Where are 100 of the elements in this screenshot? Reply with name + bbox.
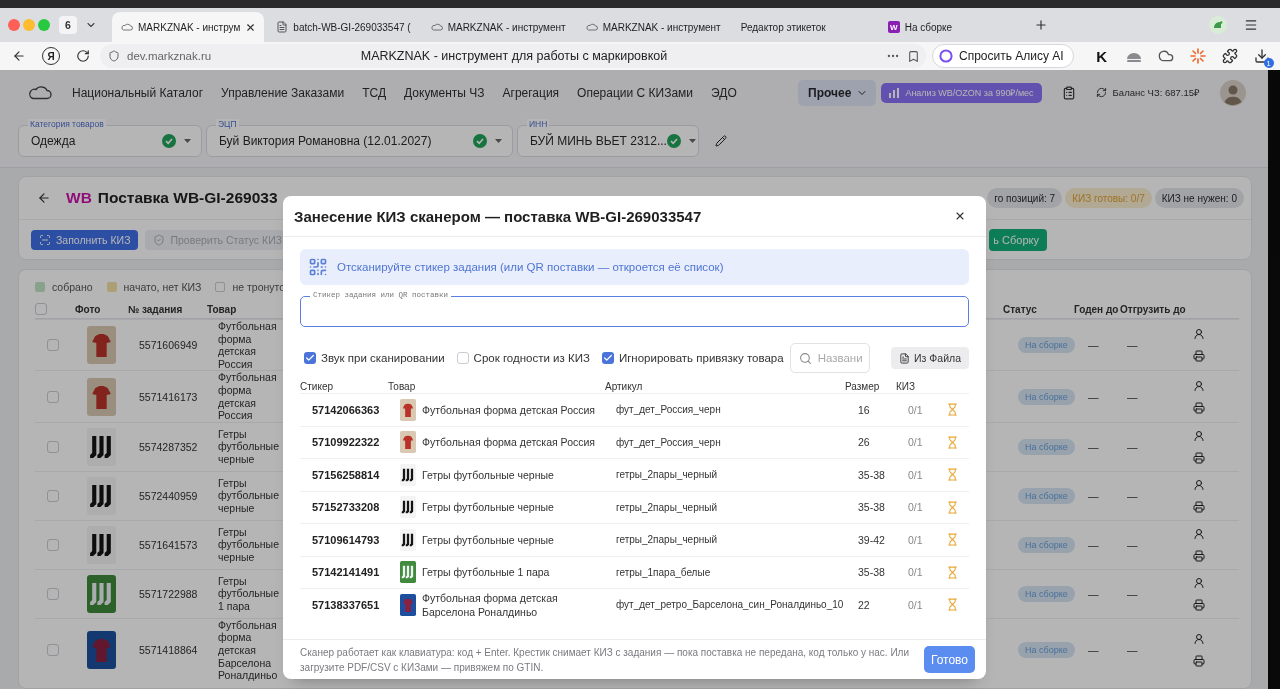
- more-menu-button[interactable]: Прочее: [798, 79, 877, 106]
- user-icon[interactable]: [1193, 328, 1205, 341]
- status-badge: На сборке: [1018, 536, 1075, 553]
- row-checkbox[interactable]: [47, 339, 59, 352]
- row-checkbox[interactable]: [47, 538, 59, 551]
- shield-icon[interactable]: [108, 50, 120, 62]
- sticker-number: 57109922322: [311, 436, 381, 449]
- tab-count-button[interactable]: 6: [59, 16, 77, 34]
- nav-link[interactable]: Агрегация: [502, 85, 560, 100]
- printer-icon[interactable]: [1193, 401, 1205, 414]
- search-field[interactable]: Названи: [789, 343, 870, 373]
- browser-tab[interactable]: Редактор этикеток: [731, 12, 876, 42]
- nav-link[interactable]: Национальный Каталог: [72, 85, 204, 100]
- profile-icon[interactable]: [1209, 16, 1227, 34]
- best-before-cell-text: —: [1087, 489, 1100, 502]
- kiz-count: 0/1: [907, 436, 924, 449]
- close-button[interactable]: [954, 210, 966, 222]
- printer-icon[interactable]: [1193, 598, 1205, 611]
- user-icon[interactable]: [1193, 429, 1205, 442]
- printer-icon[interactable]: [1193, 655, 1205, 668]
- back-button[interactable]: [12, 49, 26, 63]
- extension-button[interactable]: K: [1093, 48, 1110, 64]
- sunburst-icon[interactable]: [1189, 48, 1206, 64]
- nav-link[interactable]: Управление Заказами: [221, 85, 345, 100]
- nav-link[interactable]: ТСД: [362, 85, 387, 100]
- product-name: Гетры футбольные черные: [217, 427, 280, 466]
- cloud-icon[interactable]: [1157, 48, 1174, 64]
- row-checkbox[interactable]: [47, 489, 59, 502]
- shipment-title: Поставка WB-GI-269033: [97, 189, 278, 207]
- checkbox[interactable]: [601, 352, 614, 364]
- cloud-icon: [430, 23, 443, 31]
- action-button[interactable]: Заполнить КИЗ: [31, 229, 139, 250]
- row-checkbox[interactable]: [47, 644, 59, 657]
- browser-tab[interactable]: W На сборке: [878, 12, 1023, 42]
- article-cell-text: гетры_2пары_черный: [615, 469, 719, 481]
- article-cell-text: гетры_1пара_белые: [615, 566, 712, 578]
- tab-close-button[interactable]: [245, 21, 257, 33]
- user-icon[interactable]: [1193, 633, 1205, 646]
- column-header: Годен до: [1074, 303, 1120, 315]
- nav-link[interactable]: Операции С КИЗами: [577, 85, 694, 100]
- checkbox[interactable]: [456, 352, 469, 364]
- kiz-count: 0/1: [907, 501, 924, 514]
- column-header: Стикер: [300, 381, 334, 392]
- stat-badge: го позиций: 7: [987, 188, 1063, 208]
- cloud-icon: [585, 23, 598, 31]
- tab-favicon: W: [887, 21, 900, 33]
- browser-tab[interactable]: batch-WB-GI-269033547 (: [267, 12, 419, 42]
- ship-by-cell-text: —: [1126, 587, 1139, 600]
- printer-icon[interactable]: [1193, 500, 1205, 513]
- select-all-checkbox[interactable]: [35, 303, 47, 315]
- row-checkbox[interactable]: [47, 587, 59, 600]
- user-icon[interactable]: [1193, 478, 1205, 491]
- nav-link[interactable]: Документы ЧЗ: [404, 85, 485, 100]
- nav-link[interactable]: ЭДО: [711, 85, 737, 100]
- article-cell-text: гетры_2пары_черный: [615, 534, 719, 546]
- menu-icon[interactable]: [1244, 18, 1258, 32]
- balance-text: Баланс ЧЗ: 687.15₽: [1112, 86, 1200, 99]
- ship-by-cell-text: —: [1126, 489, 1139, 502]
- printer-icon[interactable]: [1193, 350, 1205, 363]
- reload-button[interactable]: [76, 49, 90, 63]
- dialog-title: Занесение КИЗ сканером — поставка WB-GI-269033547: [294, 207, 702, 225]
- product-name: Футбольная форма детская Барселона Роналдиньо: [217, 618, 279, 682]
- size-cell-text: 26: [858, 436, 871, 449]
- checkbox[interactable]: [304, 352, 316, 364]
- address-field[interactable]: dev.markznak.ru MARKZNAK - инструмент для работы с маркировкой: [100, 44, 926, 68]
- printer-icon[interactable]: [1193, 549, 1205, 562]
- row-checkbox[interactable]: [47, 390, 59, 403]
- sticker-number: 57156258814: [311, 468, 381, 481]
- photo-placeholder: [87, 476, 116, 515]
- kiz-count: 0/1: [907, 566, 924, 579]
- clipboard-icon[interactable]: [1061, 85, 1076, 100]
- product-name: Футбольная форма детская Россия: [217, 320, 278, 371]
- refresh-icon[interactable]: [1095, 87, 1107, 98]
- row-checkbox[interactable]: [47, 440, 59, 453]
- user-icon[interactable]: [1193, 576, 1205, 589]
- banner-text: Отсканируйте стикер задания (или QR поставки — откроется её список): [337, 261, 724, 273]
- printer-icon[interactable]: [1193, 451, 1205, 464]
- size-cell-text: 35-38: [858, 501, 886, 514]
- new-tab-button[interactable]: [1033, 18, 1048, 32]
- sticker-number: 57152733208: [311, 501, 381, 514]
- browser-tab[interactable]: MARKZNAK - инструм: [112, 12, 265, 42]
- qr-code-icon: [308, 257, 328, 277]
- user-icon[interactable]: [1193, 379, 1205, 392]
- from-file-button[interactable]: Из Файла: [891, 347, 969, 369]
- bookmark-icon[interactable]: [907, 49, 920, 63]
- puzzle-icon[interactable]: [1221, 48, 1238, 64]
- avatar-icon[interactable]: [1220, 79, 1246, 106]
- edit-icon[interactable]: [715, 135, 727, 147]
- kiz-count: 0/1: [907, 403, 924, 416]
- product-name: Гетры футбольные черные: [422, 500, 554, 515]
- size-cell-text: 39-42: [858, 533, 886, 546]
- scan-icon: [39, 233, 51, 246]
- assistant-button[interactable]: Спросить Алису AI: [932, 44, 1074, 68]
- select-value: БУЙ МИНЬ ВЬЕТ 2312...: [530, 134, 667, 148]
- browser-tab[interactable]: MARKZNAK - инструмент: [421, 12, 574, 42]
- shield-check-icon: [153, 233, 166, 246]
- download-icon[interactable]: [1253, 48, 1270, 64]
- search-icon: [798, 351, 812, 365]
- user-icon[interactable]: [1193, 527, 1205, 540]
- browser-tab[interactable]: MARKZNAK - инструмент: [576, 12, 729, 42]
